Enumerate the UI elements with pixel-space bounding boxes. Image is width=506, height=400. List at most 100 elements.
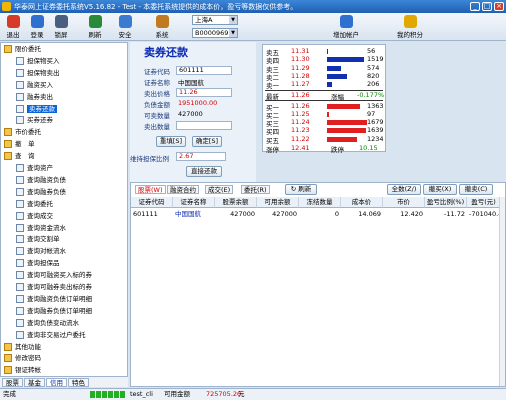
select-all-button[interactable]: 全数(Z/) <box>387 184 421 195</box>
tree-item[interactable]: 银证转帐 <box>4 365 41 376</box>
column-header[interactable]: 盈亏(元) <box>467 197 501 208</box>
chevron-down-icon: ▼ <box>229 16 237 24</box>
cancel-buy-button[interactable]: 撤买(X) <box>423 184 457 195</box>
tab-orders[interactable]: 委托(R) <box>241 185 270 194</box>
tree-item[interactable]: 查询融资负债订单明细 <box>16 294 92 305</box>
lock-icon <box>54 15 68 28</box>
reset-button[interactable]: 重填[S] <box>156 136 186 147</box>
ask-price: 11.28 <box>291 71 310 80</box>
column-header[interactable]: 证券名称 <box>173 197 215 208</box>
tab-fund[interactable]: 基金 <box>24 378 45 387</box>
confirm-button[interactable]: 确定[S] <box>192 136 222 147</box>
table-cell[interactable]: 427000 <box>217 209 255 219</box>
tree-item[interactable]: 限价委托 <box>4 44 41 55</box>
tree-item[interactable]: 其他功能 <box>4 342 41 353</box>
tree-item[interactable]: 查询资产 <box>16 163 53 174</box>
tree-item[interactable]: 查询对帐流水 <box>16 246 66 257</box>
table-cell[interactable]: 14.069 <box>343 209 381 219</box>
my-points-button[interactable]: 我的积分 <box>390 14 430 40</box>
exit-button[interactable]: 退出 <box>2 14 24 40</box>
tree-item[interactable]: 买券还券 <box>16 115 53 126</box>
column-header[interactable]: 成本价 <box>341 197 383 208</box>
cancel-sell-button[interactable]: 撤卖(C) <box>459 184 493 195</box>
name-value: 中国国航 <box>178 79 204 87</box>
table-cell[interactable]: 601111 <box>133 209 171 219</box>
tree-item[interactable]: 查询资金流水 <box>16 223 66 234</box>
table-cell[interactable]: -11.72 <box>427 209 465 219</box>
tree-item[interactable]: 撤 单 <box>4 139 35 150</box>
table-cell[interactable]: 12.420 <box>385 209 423 219</box>
direct-repay-button[interactable]: 直接还款 <box>186 166 222 177</box>
minimize-button[interactable]: _ <box>470 2 480 11</box>
table-cell[interactable]: -701040.40 <box>469 209 499 219</box>
tab-special[interactable]: 特色 <box>68 378 89 387</box>
tree-item[interactable]: 查询交割单 <box>16 234 60 245</box>
tree-item[interactable]: 查询融资负债 <box>16 175 66 186</box>
tree-item[interactable]: 修改密码 <box>4 353 41 364</box>
points-icon <box>403 15 417 28</box>
security-button[interactable]: 安全 <box>112 14 138 40</box>
tab-credit[interactable]: 信用 <box>46 378 67 387</box>
vertical-scrollbar[interactable] <box>499 197 505 386</box>
column-header[interactable]: 股票余额 <box>215 197 257 208</box>
tree-item[interactable]: 查询融券负债订单明细 <box>16 306 92 317</box>
tree-item[interactable]: 查询非交易过户委托 <box>16 330 86 341</box>
tree-item[interactable]: 卖券还款 <box>16 104 57 115</box>
tree-item[interactable]: 查询可融资买入标的券 <box>16 270 92 281</box>
connection-indicator <box>90 391 126 398</box>
volume-bar <box>327 103 361 109</box>
tree-item-label: 限价委托 <box>15 45 41 53</box>
tree-item-label: 查询担保品 <box>27 259 60 268</box>
refresh-button[interactable]: 刷新 <box>84 14 106 40</box>
column-header[interactable]: 盈亏比例(%) <box>425 197 467 208</box>
grid-refresh-button[interactable]: ↻ 刷新 <box>285 184 317 195</box>
tree-item[interactable]: 查询可融券卖出标的券 <box>16 282 92 293</box>
system-button[interactable]: 系统 <box>148 14 176 40</box>
tab-stock-holdings[interactable]: 股票(W) <box>135 185 166 194</box>
login-button[interactable]: 登录 <box>26 14 48 40</box>
tree-item[interactable]: 担保物买入 <box>16 56 60 67</box>
tree-item[interactable]: 查询担保品 <box>16 258 60 269</box>
tree-item[interactable]: 查询委托 <box>16 199 53 210</box>
status-avail-value: 725705.20 <box>206 390 242 398</box>
lock-button[interactable]: 锁屏 <box>50 14 72 40</box>
tree-item[interactable]: 查询融券负债 <box>16 187 66 198</box>
tree-item-label: 查询可融资买入标的券 <box>27 271 92 280</box>
qty-label: 卖出数量 <box>144 123 170 131</box>
tree-item-label: 查询资产 <box>27 164 53 172</box>
volume-bar <box>327 65 341 71</box>
tree-item[interactable]: 查询成交 <box>16 211 53 222</box>
tree-item[interactable]: 融资买入 <box>16 80 53 91</box>
tab-margin-contracts[interactable]: 融资合约 <box>167 185 199 194</box>
bid-price: 11.25 <box>291 109 310 118</box>
qty-input[interactable] <box>176 121 232 130</box>
tree-item-label: 查询可融券卖出标的券 <box>27 283 92 291</box>
maximize-button[interactable]: □ <box>482 2 492 11</box>
column-header[interactable]: 市价 <box>383 197 425 208</box>
table-cell[interactable]: 427000 <box>259 209 297 219</box>
table-cell[interactable]: 0 <box>301 209 339 219</box>
table-cell[interactable]: 中国国航 <box>175 209 213 219</box>
app-icon <box>2 2 11 11</box>
ask-price: 11.31 <box>291 47 310 55</box>
limit-down-label: 跌停 <box>331 146 344 154</box>
add-account-button[interactable]: 增加帐户 <box>326 14 366 40</box>
tree-item[interactable]: 融券卖出 <box>16 92 53 103</box>
limit-down-value: 10.15 <box>359 144 378 152</box>
chevron-down-icon: ▼ <box>229 29 237 37</box>
tree-item[interactable]: 市价委托 <box>4 127 41 138</box>
doc-icon <box>16 247 24 256</box>
tab-trades[interactable]: 成交(E) <box>205 185 234 194</box>
column-header[interactable]: 可用余额 <box>257 197 299 208</box>
close-button[interactable]: × <box>494 2 504 11</box>
tree-item[interactable]: 查询负债变动流水 <box>16 318 79 329</box>
account-select[interactable]: B000096912 ▼ <box>192 28 238 38</box>
tab-stock[interactable]: 股票 <box>2 378 23 387</box>
price-input[interactable]: 11.26 <box>176 88 232 97</box>
tree-item[interactable]: 担保物卖出 <box>16 68 60 79</box>
column-header[interactable]: 冻结数量 <box>299 197 341 208</box>
column-header[interactable]: 证券代码 <box>131 197 173 208</box>
tree-item[interactable]: 查 询 <box>4 151 35 162</box>
code-input[interactable]: 601111 <box>176 66 232 75</box>
market-select[interactable]: 上海A ▼ <box>192 15 238 25</box>
